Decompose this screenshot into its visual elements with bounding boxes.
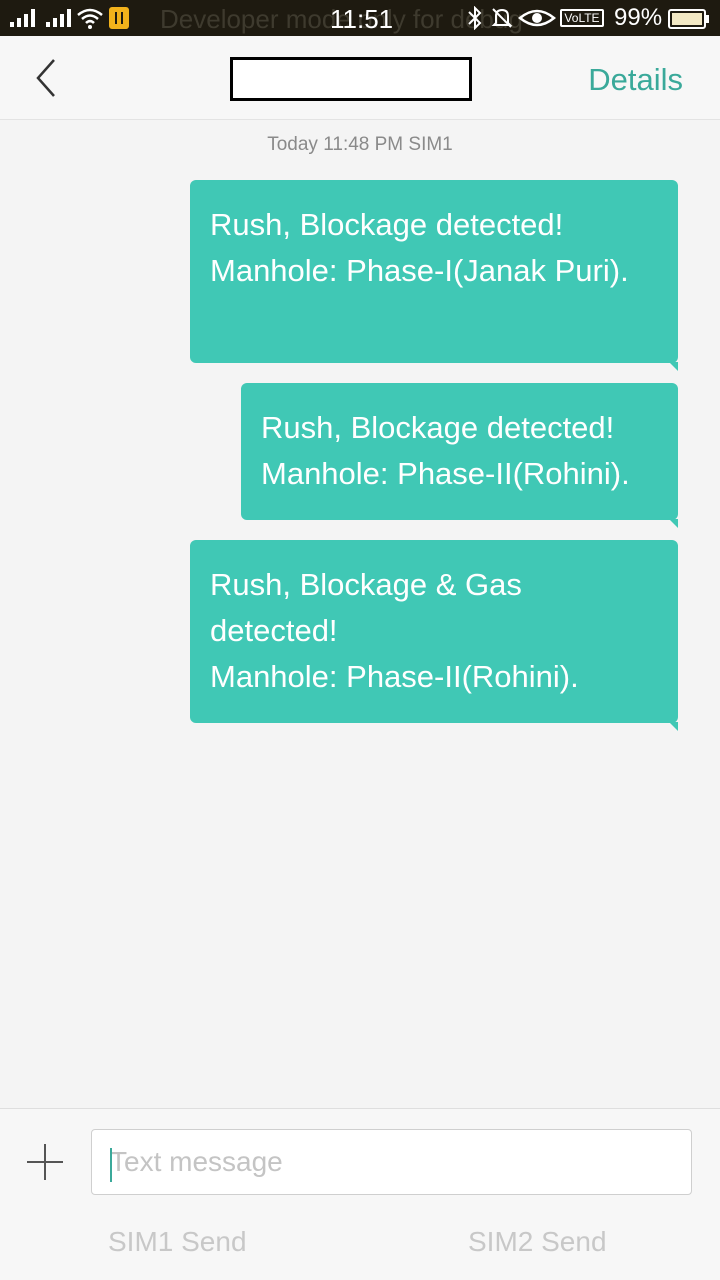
- sim2-send-button[interactable]: SIM2 Send: [468, 1226, 607, 1258]
- text-cursor: [110, 1148, 112, 1182]
- sent-message-bubble[interactable]: Rush, Blockage detected! Manhole: Phase-…: [190, 180, 678, 371]
- signal-icon: [10, 9, 35, 27]
- sent-message-bubble[interactable]: Rush, Blockage detected! Manhole: Phase-…: [241, 383, 678, 528]
- details-button[interactable]: Details: [588, 62, 683, 98]
- contact-name: [230, 57, 472, 101]
- status-bar: Developer mode only for debug 11:51 VoLT…: [0, 0, 720, 36]
- clock: 11:51: [330, 4, 394, 34]
- sim1-send-button[interactable]: SIM1 Send: [108, 1226, 247, 1258]
- mute-icon: [491, 8, 513, 28]
- message-timestamp: Today 11:48 PM SIM1: [267, 134, 453, 155]
- volte-icon: VoLTE: [560, 9, 604, 27]
- bluetooth-icon: [468, 6, 482, 30]
- sent-message-bubble[interactable]: Rush, Blockage & Gas detected! Manhole: …: [190, 540, 678, 731]
- wifi-icon: [77, 8, 103, 29]
- battery-icon: [668, 9, 709, 29]
- signal-icon: [46, 9, 71, 27]
- battery-percent: 99%: [614, 4, 663, 31]
- sim-alert-icon: [109, 7, 129, 29]
- add-attachment-icon[interactable]: [26, 1143, 64, 1181]
- back-icon[interactable]: [28, 56, 64, 100]
- eye-icon: [518, 9, 556, 27]
- message-input[interactable]: [91, 1129, 692, 1195]
- conversation-header: Details: [0, 36, 720, 120]
